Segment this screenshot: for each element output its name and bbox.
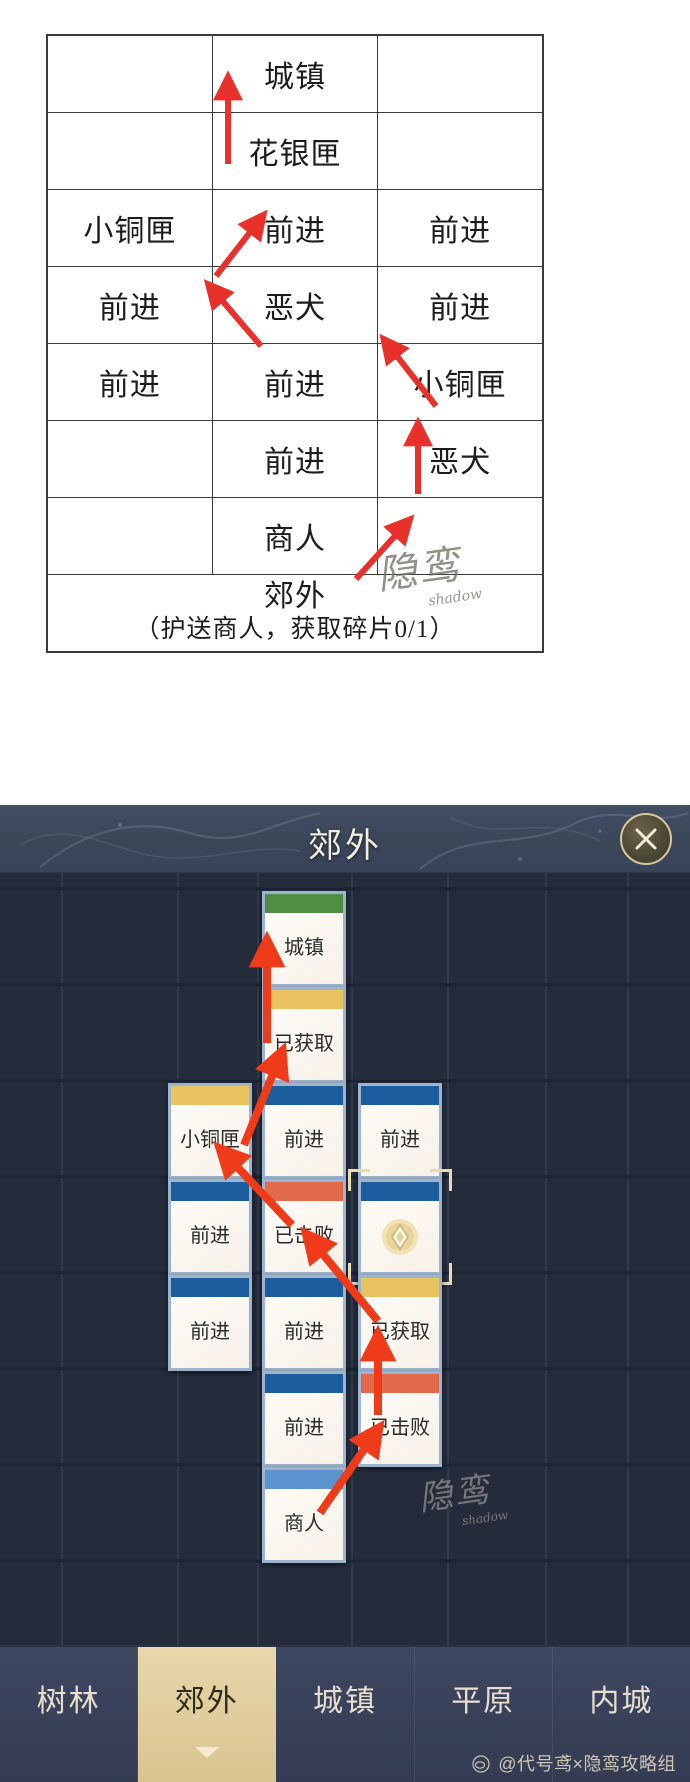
region-tab-label: 内城 [589,1684,654,1718]
guide-cell [46,34,213,113]
guide-row: 商人 [46,496,544,575]
game-panel: 郊外 城镇 已获取 小铜匣 前进 前进 前进 已击败 前进 前进 已获取 前进 … [0,805,690,1782]
guide-footer-row: 郊外 （护送商人，获取碎片0/1） [46,573,544,653]
guide-cell: 前进 [377,265,544,344]
guide-cell: 前进 [211,342,379,421]
card-label: 前进 [265,1105,343,1176]
guide-row: 花银匣 [46,111,544,190]
guide-cell [377,111,544,190]
map-card[interactable]: 小铜匣 [168,1083,252,1179]
region-tab-1[interactable]: 树林 [0,1647,139,1782]
card-type-band [361,1182,439,1201]
map-card[interactable]: 前进 [168,1275,252,1371]
credit-text: @代号鸢×隐鸾攻略组 [498,1754,676,1774]
map-card[interactable]: 前进 [358,1083,442,1179]
diamond-icon [379,1216,421,1258]
guide-cell [46,419,213,498]
map-card[interactable]: 已获取 [262,987,346,1083]
guide-cell [377,496,544,575]
card-label: 已获取 [361,1297,439,1368]
guide-row: 前进 恶犬 前进 [46,265,544,344]
guide-footer-subtitle: （护送商人，获取碎片0/1） [134,615,456,643]
guide-cell [46,496,213,575]
map-card[interactable] [358,1179,442,1275]
guide-row: 前进 恶犬 [46,419,544,498]
guide-cell: 前进 [377,188,544,267]
card-type-band [171,1086,249,1105]
card-type-band [265,1278,343,1297]
guide-cell: 前进 [211,188,379,267]
guide-cell: 恶犬 [211,265,379,344]
panel-title: 郊外 [308,828,382,865]
card-label: 前进 [361,1105,439,1176]
map-card[interactable]: 前进 [262,1371,346,1467]
close-button[interactable] [620,813,672,865]
region-tab-label: 郊外 [174,1684,239,1718]
card-type-band [265,1470,343,1489]
card-type-band [171,1182,249,1201]
region-tab-label: 树林 [36,1684,101,1718]
guide-cell: 小铜匣 [377,342,544,421]
card-type-band [265,1086,343,1105]
card-type-band [265,1374,343,1393]
game-header: 郊外 [0,805,690,873]
guide-table-container: 城镇 花银匣 小铜匣 前进 前进 前进 恶犬 前进 前进 前进 小铜匣 前进 恶犬 商人 郊外 （护送商人，获… [46,34,544,654]
card-label: 前进 [265,1297,343,1368]
guide-cell: 商人 [211,496,379,575]
card-label: 前进 [265,1393,343,1464]
card-type-band [361,1278,439,1297]
card-type-band [265,990,343,1009]
card-label: 前进 [171,1201,249,1272]
map-card[interactable]: 城镇 [262,891,346,987]
card-type-band [265,1182,343,1201]
guide-row: 前进 前进 小铜匣 [46,342,544,421]
card-type-band [361,1086,439,1105]
route-guide-table: 城镇 花银匣 小铜匣 前进 前进 前进 恶犬 前进 前进 前进 小铜匣 前进 恶犬 商人 郊外 （护送商人，获… [46,34,544,654]
card-label: 已击败 [265,1201,343,1272]
credit-watermark: @代号鸢×隐鸾攻略组 [472,1750,676,1776]
guide-cell: 前进 [46,265,213,344]
card-label: 城镇 [265,913,343,984]
card-type-band [265,894,343,913]
card-type-band [171,1278,249,1297]
card-label: 已击败 [361,1393,439,1464]
map-card[interactable]: 前进 [262,1275,346,1371]
guide-cell: 花银匣 [211,111,379,190]
card-label: 已获取 [265,1009,343,1080]
card-label: 小铜匣 [171,1105,249,1176]
guide-cell: 恶犬 [377,419,544,498]
card-label [361,1201,439,1272]
guide-row: 小铜匣 前进 前进 [46,188,544,267]
map-card[interactable]: 前进 [262,1083,346,1179]
map-card[interactable]: 已击败 [358,1371,442,1467]
guide-footer-title: 郊外 [264,579,326,613]
region-tab-3[interactable]: 城镇 [276,1647,415,1782]
region-tab-label: 城镇 [313,1684,377,1718]
card-label: 前进 [171,1297,249,1368]
guide-footer-cell: 郊外 （护送商人，获取碎片0/1） [46,573,544,653]
map-card[interactable]: 前进 [168,1179,252,1275]
guide-cell: 小铜匣 [46,188,213,267]
weibo-icon [472,1755,490,1773]
guide-cell: 前进 [46,342,213,421]
map-card[interactable]: 商人 [262,1467,346,1563]
card-type-band [361,1374,439,1393]
guide-cell [377,34,544,113]
region-tab-label: 平原 [451,1684,516,1718]
map-cards-layer: 城镇 已获取 小铜匣 前进 前进 前进 已击败 前进 前进 已获取 前进 已击败 商人 [0,873,690,1645]
map-board: 城镇 已获取 小铜匣 前进 前进 前进 已击败 前进 前进 已获取 前进 已击败 商人 [0,873,690,1645]
close-icon [635,828,657,850]
card-label: 商人 [265,1489,343,1560]
map-card[interactable]: 已击败 [262,1179,346,1275]
guide-cell: 城镇 [211,34,379,113]
guide-row: 城镇 [46,34,544,113]
guide-cell: 前进 [211,419,379,498]
guide-cell [46,111,213,190]
map-card[interactable]: 已获取 [358,1275,442,1371]
region-tab-2[interactable]: 郊外 [138,1647,277,1782]
